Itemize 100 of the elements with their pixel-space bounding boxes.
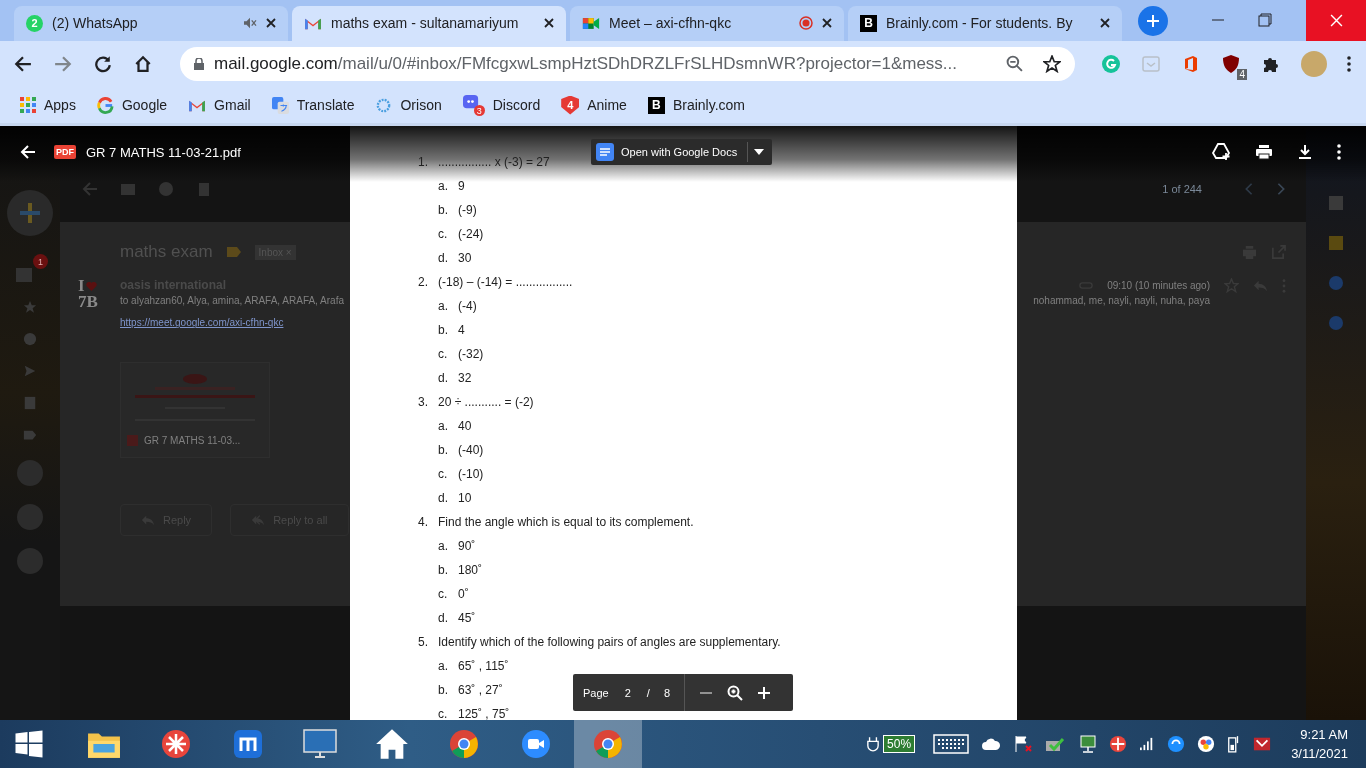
reload-icon[interactable] <box>94 54 112 73</box>
close-icon[interactable] <box>822 18 832 29</box>
attachment-thumbnail[interactable]: GR 7 MATHS 11-03... <box>120 362 270 459</box>
bookmark-link[interactable]: 3 Discord <box>462 94 541 117</box>
option-letter: d. <box>438 611 449 626</box>
option-text: (-10) <box>458 467 484 482</box>
pdf-file-icon: PDF <box>54 145 76 160</box>
option-text: (-4) <box>458 299 477 314</box>
anime-shield-logo: 4 <box>561 95 580 115</box>
option-letter: b. <box>438 683 449 698</box>
pagination-text: 1 of 244 <box>1162 183 1202 196</box>
compose-button[interactable] <box>7 190 53 237</box>
translate-icon <box>271 96 289 114</box>
question-number: 2. <box>418 275 429 290</box>
option-text: (-40) <box>458 443 484 458</box>
sender-logo: I 7B <box>78 278 99 314</box>
option-letter: a. <box>438 659 449 674</box>
house-icon <box>375 727 409 761</box>
gmail-icon <box>304 16 322 31</box>
restore-icon[interactable] <box>1258 13 1272 28</box>
browser-tab[interactable]: maths exam - sultanamariyum <box>292 5 566 41</box>
whatsapp-icon: 2 <box>26 14 43 32</box>
print-icon[interactable] <box>1255 144 1273 161</box>
plus-icon <box>1146 13 1160 28</box>
bookmark-link[interactable]: B Brainly.com <box>647 96 745 114</box>
bookmark-link[interactable]: 4 Anime <box>561 95 627 115</box>
option-letter: a. <box>438 299 449 314</box>
home-icon[interactable] <box>134 54 152 73</box>
network-monitor-icon[interactable] <box>1077 735 1098 753</box>
page-count: 8 <box>663 687 670 699</box>
option-letter: a. <box>438 419 449 434</box>
sun-icon <box>375 96 393 114</box>
battery-indicator[interactable]: 50% <box>883 735 916 753</box>
bookmark-link[interactable]: Gmail <box>188 97 251 114</box>
zoom-icon[interactable] <box>1006 55 1023 73</box>
option-letter: d. <box>438 491 449 506</box>
question-number: 5. <box>418 635 429 650</box>
page-number-field[interactable]: 2 <box>622 687 633 699</box>
option-letter: c. <box>438 467 449 482</box>
question-text: 20 ÷ ........... = (-2) <box>438 395 534 410</box>
open-with-google-docs-button[interactable]: Open with Google Docs <box>591 139 773 166</box>
bookmark-link[interactable]: Google <box>96 96 168 114</box>
option-text: 30 <box>458 251 472 266</box>
taskbar-clock[interactable]: 9:21 AM 3/11/2021 <box>1283 725 1366 763</box>
more-vertical-icon[interactable] <box>1337 144 1341 161</box>
option-letter: c. <box>438 227 449 242</box>
cloud-icon[interactable] <box>981 737 1002 751</box>
gmail-icon <box>188 98 207 113</box>
colorful-circle-icon[interactable] <box>1197 735 1216 753</box>
bookmark-link[interactable]: Translate <box>271 96 355 114</box>
back-arrow-icon[interactable] <box>14 54 32 73</box>
app-tile-icon <box>233 729 263 759</box>
flag-icon[interactable] <box>1013 735 1034 753</box>
bookmark-link[interactable]: Orison <box>375 96 442 114</box>
option-text: (-9) <box>458 203 477 218</box>
address-bar[interactable]: mail.google.com/mail/u/0/#inbox/FMfcgxwLsmpHztSDhDRZLFrSLHDsmnWR?projector=1&mess... <box>180 46 1075 81</box>
add-to-drive-icon[interactable] <box>1211 142 1231 163</box>
question-number: 3. <box>418 395 429 410</box>
forward-arrow-icon[interactable] <box>54 54 72 73</box>
option-text: 65˚ , 115˚ <box>458 659 509 674</box>
chrome-icon <box>593 729 623 759</box>
browser-tab[interactable]: B Brainly.com - For students. By <box>848 5 1122 41</box>
unread-badge: 1 <box>33 254 48 270</box>
monitor-icon <box>303 729 337 759</box>
grammar-check-icon[interactable] <box>1101 53 1121 74</box>
meet-link[interactable]: https://meet.google.com/axi-cfhn-qkc <box>120 317 344 329</box>
page-label: Page <box>583 687 609 699</box>
close-icon[interactable] <box>544 18 554 29</box>
apps-grid-icon <box>20 97 36 114</box>
bookmark-link[interactable]: Apps <box>20 97 76 114</box>
video-camera-icon <box>582 15 600 31</box>
windows-start-icon[interactable] <box>14 729 44 759</box>
chrome-icon <box>449 729 479 759</box>
star-icon[interactable] <box>23 300 37 315</box>
check-icon[interactable] <box>1045 735 1066 753</box>
close-icon[interactable] <box>266 18 276 29</box>
option-text: 180˚ <box>458 563 483 578</box>
browser-tab[interactable]: 2 (2) WhatsApp <box>14 5 288 41</box>
question-number: 4. <box>418 515 429 530</box>
option-letter: a. <box>438 539 449 554</box>
caret-icon[interactable] <box>754 149 765 156</box>
download-icon[interactable] <box>1297 144 1313 161</box>
close-icon[interactable] <box>1100 18 1110 29</box>
zoom-in-icon[interactable] <box>757 686 771 700</box>
new-tab-button[interactable] <box>1138 5 1168 36</box>
option-letter: b. <box>438 323 449 338</box>
more-vertical-icon[interactable] <box>1347 55 1351 72</box>
keyboard-icon[interactable] <box>933 734 970 754</box>
browser-tab[interactable]: Meet – axi-cfhn-qkc <box>570 5 844 41</box>
docs-icon <box>595 142 615 163</box>
star-icon[interactable] <box>1043 54 1061 73</box>
question-number: 1. <box>418 155 429 170</box>
plus-circle-icon[interactable] <box>1109 735 1128 753</box>
arc-circle-icon[interactable] <box>1167 735 1186 753</box>
muted-speaker-icon[interactable] <box>243 17 257 30</box>
asterisk-app-icon <box>161 729 191 759</box>
zoom-icon[interactable] <box>727 685 743 701</box>
option-text: 0˚ <box>458 587 469 602</box>
battery-plug-icon <box>867 736 880 752</box>
option-text: 10 <box>458 491 472 506</box>
